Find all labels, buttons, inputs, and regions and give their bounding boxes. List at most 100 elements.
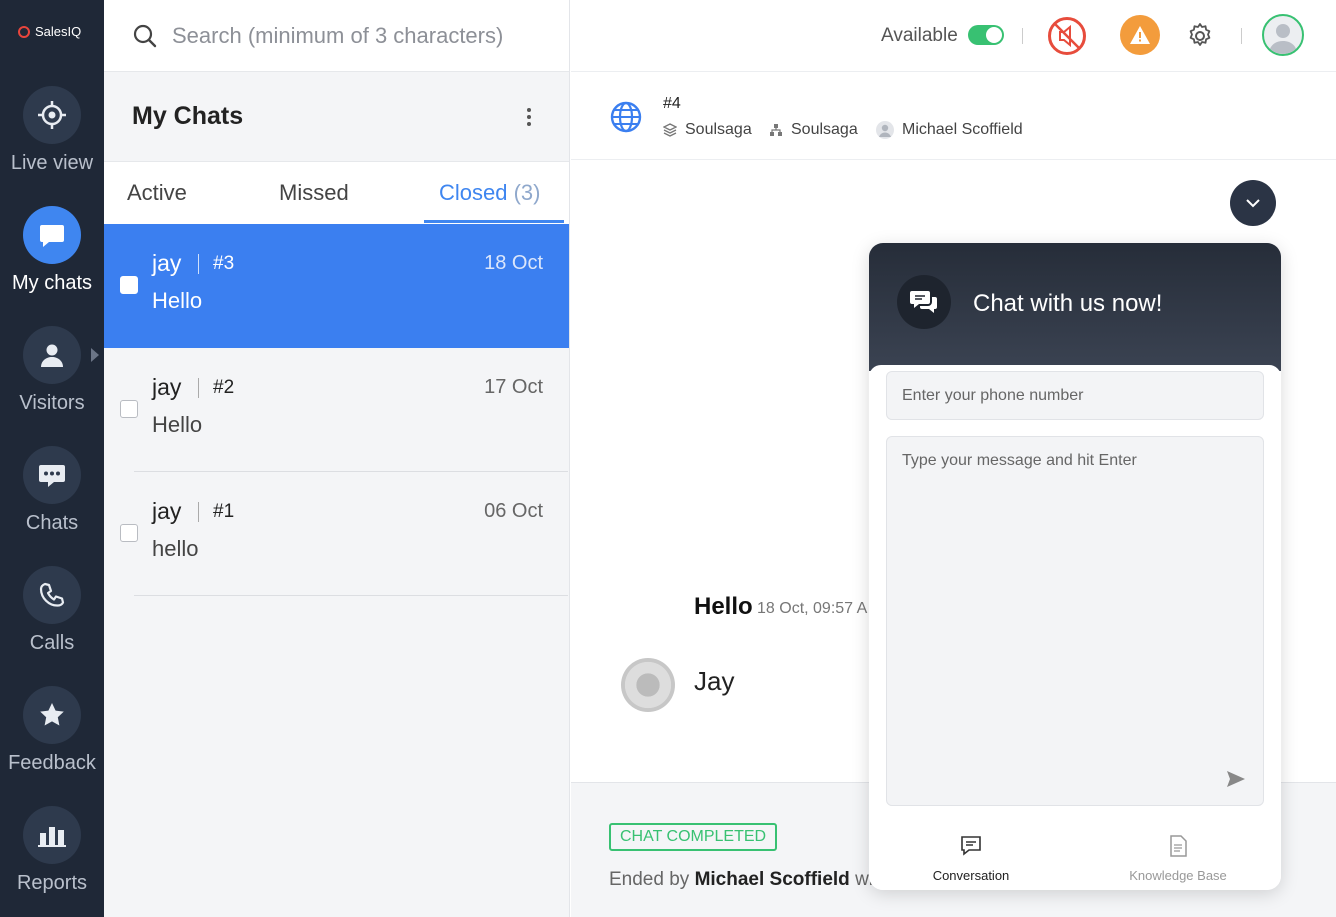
availability-toggle[interactable] xyxy=(968,25,1004,45)
divider xyxy=(198,378,199,398)
rail-item-visitors[interactable]: Visitors xyxy=(0,326,104,415)
widget-body: Conversation Knowledge Base xyxy=(869,365,1281,890)
rail-label: Reports xyxy=(16,872,88,894)
status-badge: CHAT COMPLETED xyxy=(609,823,778,851)
brand-meta: Soulsaga xyxy=(663,121,752,139)
tab-closed-label: Closed xyxy=(439,180,508,205)
tab-label: Knowledge Base xyxy=(1129,868,1227,883)
visitor-name: jay xyxy=(152,498,182,524)
department-icon xyxy=(770,124,782,136)
user-avatar[interactable] xyxy=(1262,14,1304,56)
agent-name: Michael Scoffield xyxy=(902,121,1023,138)
widget-tab-conversation[interactable]: Conversation xyxy=(896,835,1046,883)
expand-caret-icon[interactable] xyxy=(91,348,99,362)
chat-date: 18 Oct xyxy=(484,252,543,274)
tab-closed-count: (3) xyxy=(513,180,541,205)
rail-label: Calls xyxy=(29,632,75,654)
widget-tab-knowledge-base[interactable]: Knowledge Base xyxy=(1103,835,1253,883)
chat-dots-icon xyxy=(23,446,81,504)
layers-icon xyxy=(663,123,677,137)
chat-preview: Hello xyxy=(152,288,203,313)
document-icon xyxy=(1170,835,1187,857)
salesiq-logo-icon xyxy=(18,25,30,38)
tab-missed[interactable]: Missed xyxy=(279,180,349,206)
row-checkbox[interactable] xyxy=(120,524,138,542)
ended-prefix: Ended by xyxy=(609,869,690,890)
sound-muted-icon[interactable] xyxy=(1048,17,1086,55)
crosshair-icon xyxy=(23,86,81,144)
chat-number: #3 xyxy=(213,253,235,274)
phone-input[interactable] xyxy=(886,371,1264,420)
ended-info: Ended by Michael Scoffield wh xyxy=(609,869,879,891)
search-input[interactable] xyxy=(172,22,552,49)
chat-header: #4 Soulsaga Soulsaga Michael Scoffield xyxy=(571,73,1336,160)
agent-avatar-icon xyxy=(876,121,894,139)
my-chats-header: My Chats xyxy=(104,72,569,162)
chat-list-item[interactable]: jay #1 06 Oct hello xyxy=(104,472,569,596)
widget-header: Chat with us now! xyxy=(869,243,1281,371)
active-tab-indicator xyxy=(424,220,564,223)
visitor-name: jay xyxy=(152,374,182,400)
row-checkbox[interactable] xyxy=(120,276,138,294)
divider xyxy=(198,254,199,274)
rail-item-my-chats[interactable]: My chats xyxy=(0,206,104,295)
divider xyxy=(1022,28,1023,44)
chat-list-item[interactable]: jay #3 18 Oct Hello xyxy=(104,224,569,348)
row-checkbox[interactable] xyxy=(120,400,138,418)
ended-by-agent: Michael Scoffield xyxy=(694,869,850,890)
search-icon xyxy=(133,24,157,47)
rail-item-live-view[interactable]: Live view xyxy=(0,86,104,175)
message-timestamp: 18 Oct, 09:57 A xyxy=(757,600,868,617)
warning-icon[interactable] xyxy=(1120,15,1160,55)
message-input[interactable] xyxy=(886,436,1264,806)
rail-item-calls[interactable]: Calls xyxy=(0,566,104,655)
chat-list-item[interactable]: jay #2 17 Oct Hello xyxy=(104,348,569,472)
gear-icon[interactable] xyxy=(1184,20,1216,52)
scroll-down-button[interactable] xyxy=(1230,180,1276,226)
chat-number: #1 xyxy=(213,501,235,522)
visitor-name: Jay xyxy=(694,666,735,696)
page-title: My Chats xyxy=(132,102,244,130)
search-bar xyxy=(104,0,569,72)
rail-item-chats[interactable]: Chats xyxy=(0,446,104,535)
person-icon xyxy=(23,326,81,384)
rail-label: My chats xyxy=(11,272,93,294)
star-icon xyxy=(23,686,81,744)
send-icon[interactable] xyxy=(1226,770,1246,793)
visitor-name: jay xyxy=(152,250,182,276)
divider xyxy=(198,502,199,522)
chat-preview: Hello xyxy=(152,412,203,437)
brand-logo[interactable]: SalesIQ xyxy=(18,24,81,39)
globe-icon xyxy=(609,100,643,139)
rail-label: Feedback xyxy=(8,752,96,774)
divider xyxy=(1241,28,1242,44)
availability-label: Available xyxy=(881,25,958,46)
agent-meta: Michael Scoffield xyxy=(876,121,1023,139)
chat-tabs: Active Missed Closed (3) xyxy=(104,162,569,224)
department-name: Soulsaga xyxy=(791,121,858,138)
chat-preview: hello xyxy=(152,536,199,561)
chat-widget: Chat with us now! Conversation Knowledge… xyxy=(869,243,1281,890)
left-nav-rail: SalesIQ Live view My chats Visitors Chat… xyxy=(0,0,104,917)
tab-active[interactable]: Active xyxy=(127,180,187,206)
more-options-icon[interactable] xyxy=(527,107,531,126)
top-bar: Available xyxy=(571,0,1336,72)
row-divider xyxy=(134,595,568,596)
conversation-icon xyxy=(961,836,981,856)
chat-bubble-icon xyxy=(23,206,81,264)
tab-closed[interactable]: Closed (3) xyxy=(439,180,541,206)
bar-chart-icon xyxy=(23,806,81,864)
chat-list-pane: My Chats Active Missed Closed (3) jay #3… xyxy=(104,0,570,917)
chat-date: 17 Oct xyxy=(484,376,543,398)
rail-label: Visitors xyxy=(19,392,85,414)
chat-number: #2 xyxy=(213,377,235,398)
department-meta: Soulsaga xyxy=(769,121,858,139)
chat-number: #4 xyxy=(663,95,681,112)
rail-item-feedback[interactable]: Feedback xyxy=(0,686,104,775)
brand-name: Soulsaga xyxy=(685,121,752,138)
rail-label: Live view xyxy=(10,152,94,174)
rail-item-reports[interactable]: Reports xyxy=(0,806,104,895)
rail-label: Chats xyxy=(25,512,79,534)
phone-icon xyxy=(23,566,81,624)
visitor-avatar xyxy=(621,658,675,712)
